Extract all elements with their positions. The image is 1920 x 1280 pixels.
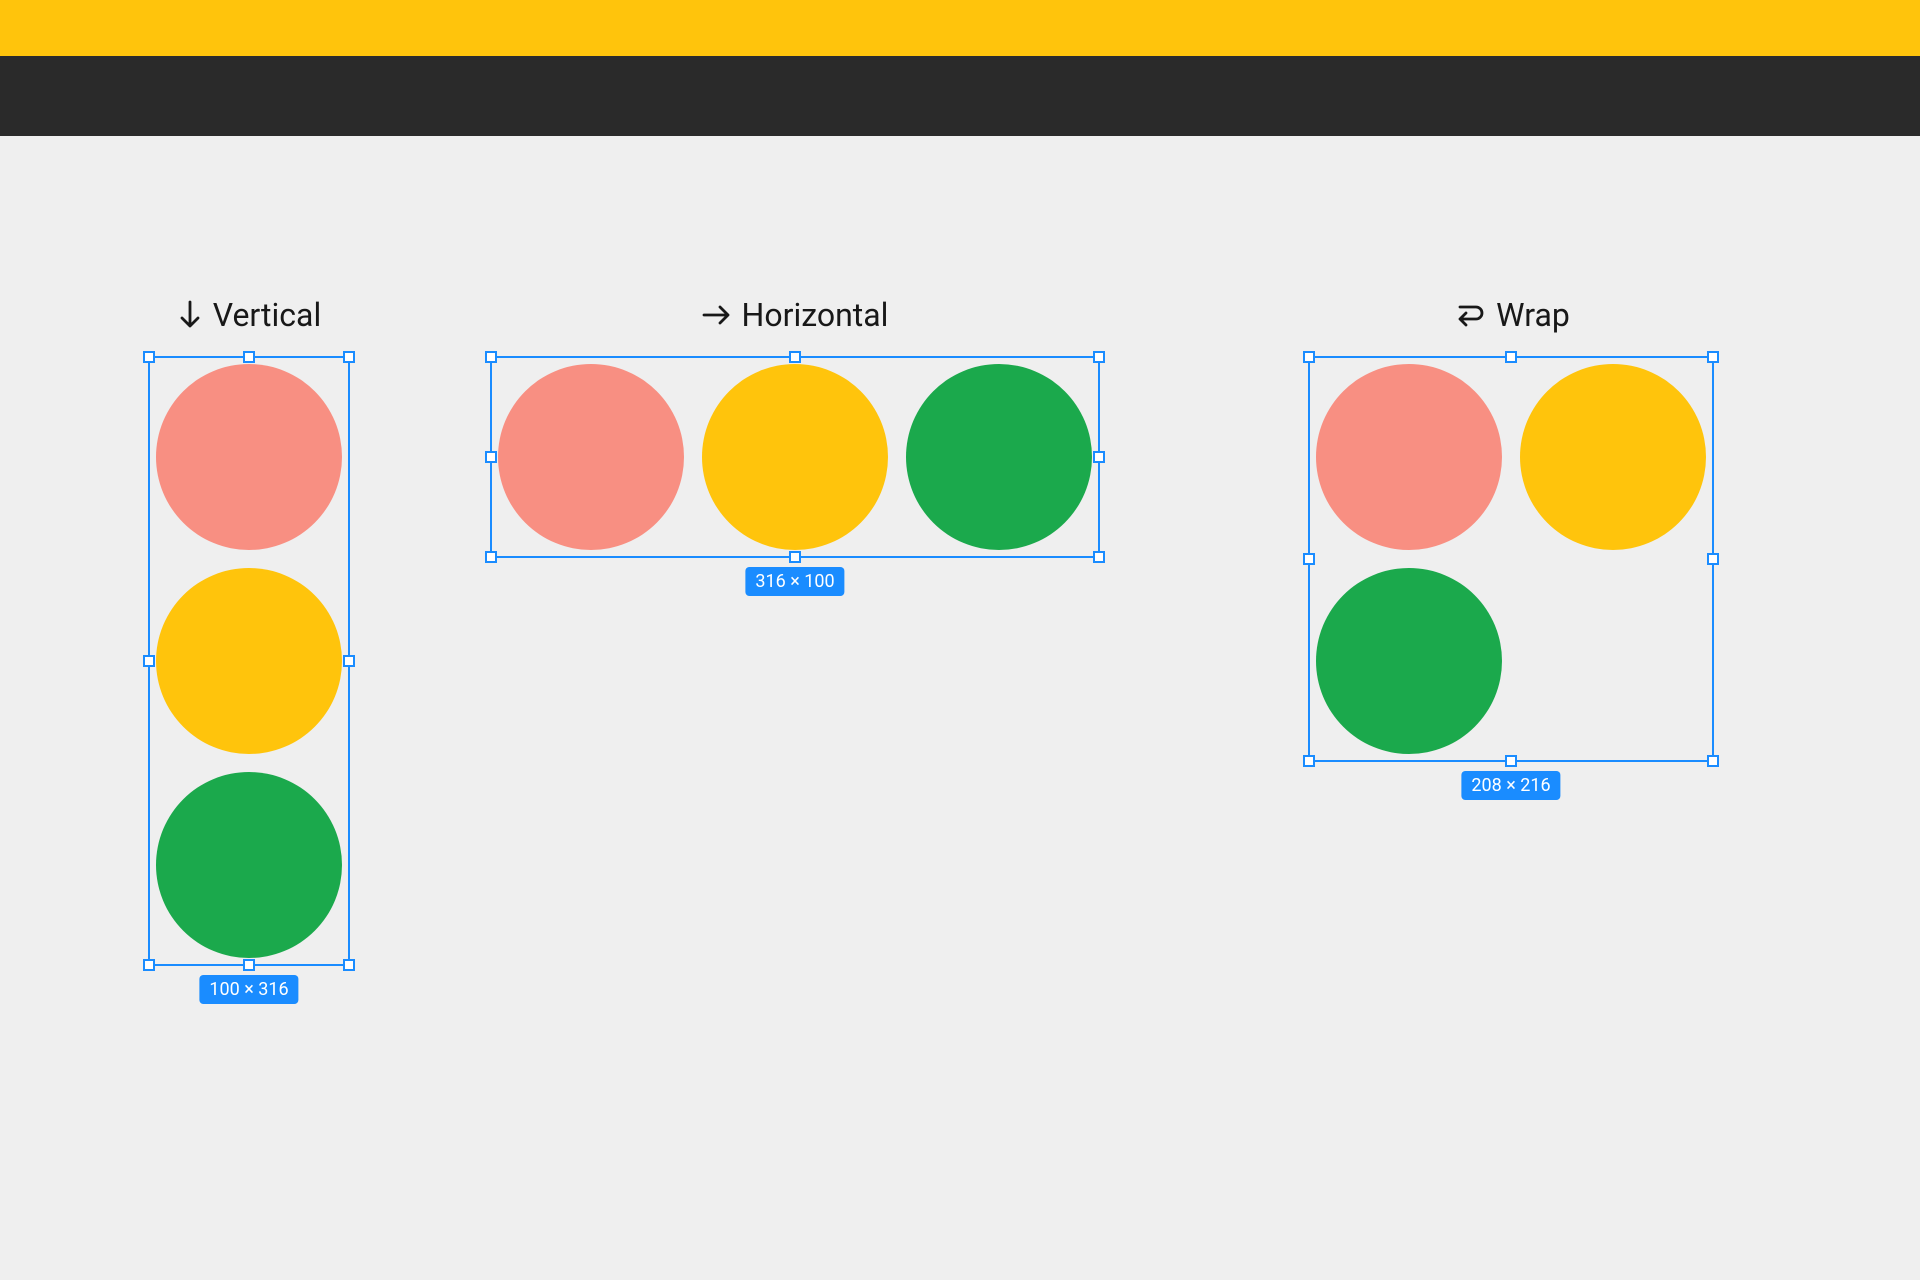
handle-mid-right[interactable] bbox=[343, 655, 355, 667]
circle-green[interactable] bbox=[1316, 568, 1502, 754]
circle-yellow[interactable] bbox=[1520, 364, 1706, 550]
wrap-arrow-icon bbox=[1452, 300, 1486, 330]
dimensions-badge-horizontal: 316 × 100 bbox=[745, 567, 844, 596]
circles-wrap bbox=[1310, 358, 1712, 760]
dimensions-badge-vertical: 100 × 316 bbox=[199, 975, 298, 1004]
handle-bot-right[interactable] bbox=[343, 959, 355, 971]
handle-top-left[interactable] bbox=[485, 351, 497, 363]
handle-bot-left[interactable] bbox=[485, 551, 497, 563]
circle-green[interactable] bbox=[156, 772, 342, 958]
circle-red[interactable] bbox=[498, 364, 684, 550]
circle-yellow[interactable] bbox=[156, 568, 342, 754]
handle-bot-right[interactable] bbox=[1093, 551, 1105, 563]
handle-mid-left[interactable] bbox=[485, 451, 497, 463]
yellow-bar bbox=[0, 0, 1920, 56]
arrow-down-icon bbox=[177, 300, 203, 330]
handle-top-right[interactable] bbox=[1707, 351, 1719, 363]
label-vertical-text: Vertical bbox=[213, 296, 321, 334]
handle-bot-right[interactable] bbox=[1707, 755, 1719, 767]
handle-bot-mid[interactable] bbox=[789, 551, 801, 563]
handle-bot-mid[interactable] bbox=[1505, 755, 1517, 767]
handle-bot-left[interactable] bbox=[143, 959, 155, 971]
circles-horizontal bbox=[492, 358, 1098, 556]
handle-top-right[interactable] bbox=[1093, 351, 1105, 363]
circle-yellow[interactable] bbox=[702, 364, 888, 550]
handle-bot-mid[interactable] bbox=[243, 959, 255, 971]
handle-top-mid[interactable] bbox=[243, 351, 255, 363]
canvas: Vertical 100 × 316 bbox=[0, 136, 1920, 1280]
circles-vertical bbox=[150, 358, 348, 964]
label-vertical: Vertical bbox=[148, 296, 350, 334]
handle-bot-left[interactable] bbox=[1303, 755, 1315, 767]
handle-top-left[interactable] bbox=[1303, 351, 1315, 363]
circle-green[interactable] bbox=[906, 364, 1092, 550]
handle-top-left[interactable] bbox=[143, 351, 155, 363]
example-wrap: Wrap 208 × 216 bbox=[1308, 296, 1714, 762]
handle-top-mid[interactable] bbox=[1505, 351, 1517, 363]
handle-mid-right[interactable] bbox=[1093, 451, 1105, 463]
example-vertical: Vertical 100 × 316 bbox=[148, 296, 350, 966]
handle-mid-right[interactable] bbox=[1707, 553, 1719, 565]
label-horizontal: Horizontal bbox=[490, 296, 1100, 334]
dimensions-badge-wrap: 208 × 216 bbox=[1461, 771, 1560, 800]
arrow-right-icon bbox=[702, 302, 732, 328]
label-wrap-text: Wrap bbox=[1496, 296, 1570, 334]
example-horizontal: Horizontal 316 × 100 bbox=[490, 296, 1100, 558]
circle-red[interactable] bbox=[1316, 364, 1502, 550]
handle-mid-left[interactable] bbox=[143, 655, 155, 667]
selection-box-wrap[interactable]: 208 × 216 bbox=[1308, 356, 1714, 762]
handle-top-right[interactable] bbox=[343, 351, 355, 363]
dark-bar bbox=[0, 56, 1920, 136]
handle-mid-left[interactable] bbox=[1303, 553, 1315, 565]
label-horizontal-text: Horizontal bbox=[742, 296, 889, 334]
circle-red[interactable] bbox=[156, 364, 342, 550]
selection-box-vertical[interactable]: 100 × 316 bbox=[148, 356, 350, 966]
handle-top-mid[interactable] bbox=[789, 351, 801, 363]
label-wrap: Wrap bbox=[1308, 296, 1714, 334]
selection-box-horizontal[interactable]: 316 × 100 bbox=[490, 356, 1100, 558]
